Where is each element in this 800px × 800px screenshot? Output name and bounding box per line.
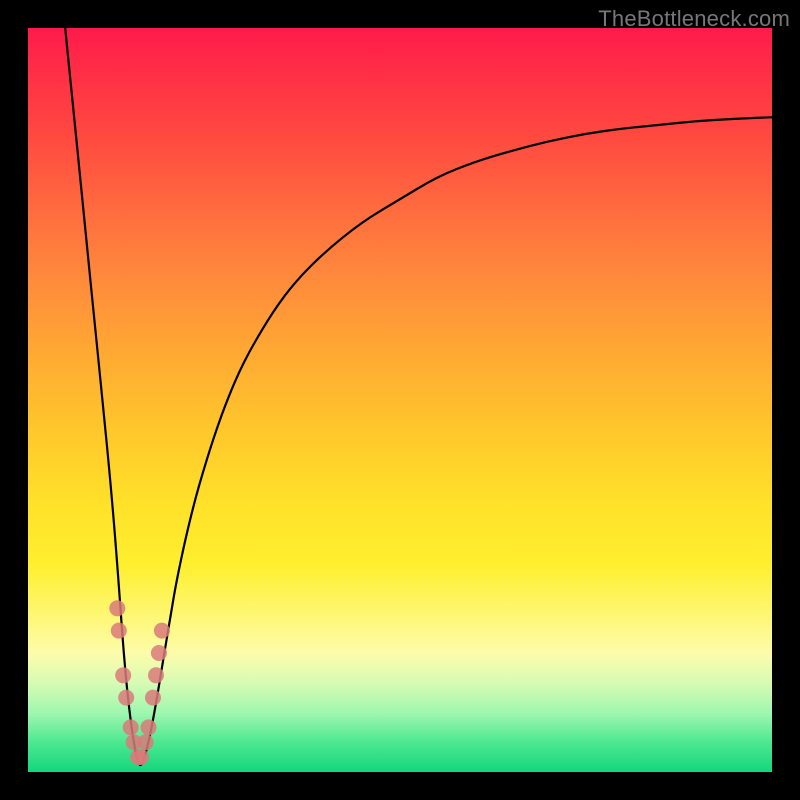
marker-point bbox=[148, 667, 164, 683]
marker-point bbox=[133, 749, 149, 765]
chart-frame: TheBottleneck.com bbox=[0, 0, 800, 800]
marker-point bbox=[123, 719, 139, 735]
marker-point bbox=[109, 600, 125, 616]
marker-point bbox=[151, 645, 167, 661]
watermark-text: TheBottleneck.com bbox=[598, 6, 790, 32]
marker-point bbox=[154, 623, 170, 639]
marker-point bbox=[141, 719, 157, 735]
curve-svg bbox=[28, 28, 772, 772]
plot-area bbox=[28, 28, 772, 772]
marker-point bbox=[111, 623, 127, 639]
highlight-markers bbox=[109, 600, 170, 765]
marker-point bbox=[118, 690, 134, 706]
marker-point bbox=[145, 690, 161, 706]
bottleneck-curve bbox=[65, 28, 772, 765]
marker-point bbox=[115, 667, 131, 683]
marker-point bbox=[138, 734, 154, 750]
